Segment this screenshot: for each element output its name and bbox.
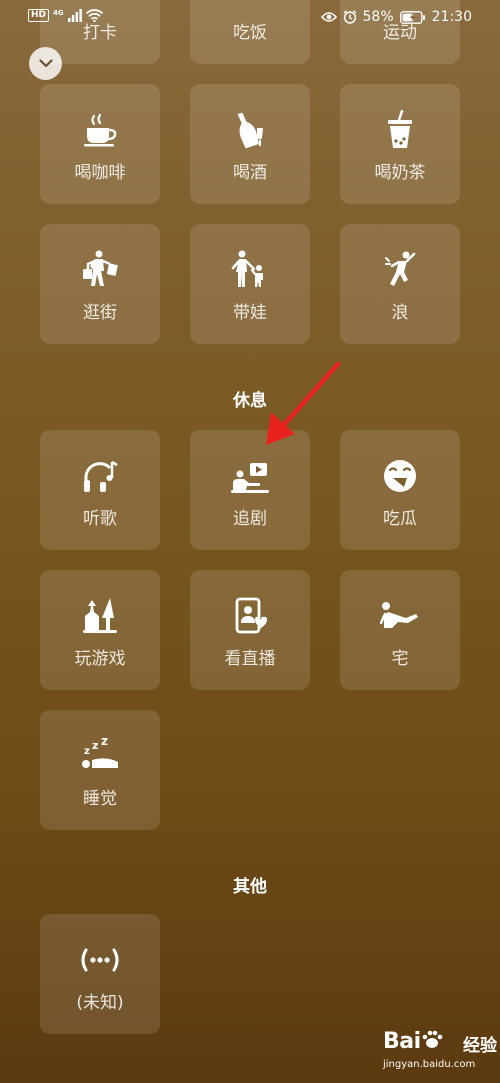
watermark-logo: Bai — [383, 1029, 443, 1054]
tile-daiwa[interactable]: 带娃 — [190, 224, 310, 344]
tile-he-naicha[interactable]: 喝奶茶 — [340, 84, 460, 204]
live-stream-icon — [235, 597, 267, 634]
headphones-icon — [84, 460, 118, 492]
chevron-down-icon — [38, 59, 53, 68]
tile-label: 宅 — [391, 649, 409, 669]
more-dots-icon — [81, 948, 119, 972]
tile-label: 听歌 — [83, 509, 117, 529]
watermark-url: jingyan.baidu.com — [383, 1059, 476, 1070]
tile-wan-youxi[interactable]: 玩游戏 — [40, 570, 160, 690]
network-type-label: 4G — [53, 9, 64, 17]
watch-show-icon — [231, 463, 269, 493]
paw-icon — [422, 1030, 442, 1048]
wifi-icon — [85, 9, 103, 22]
battery-icon — [399, 10, 425, 24]
tile-weizhi[interactable]: (未知) — [40, 914, 160, 1034]
section-title-rest: 休息 — [233, 391, 267, 411]
section-title-other: 其他 — [233, 877, 267, 897]
coffee-cup-icon — [84, 113, 117, 147]
gossip-face-icon — [384, 460, 416, 492]
tile-hejiu[interactable]: 喝酒 — [190, 84, 310, 204]
tile-zhai[interactable]: 宅 — [340, 570, 460, 690]
bubble-tea-icon — [388, 110, 412, 148]
wine-bottle-icon — [237, 112, 263, 149]
tile-label: 追剧 — [233, 509, 267, 529]
tile-label: 吃瓜 — [383, 509, 417, 529]
tile-lang[interactable]: 浪 — [340, 224, 460, 344]
tile-label: 喝酒 — [233, 163, 267, 183]
tile-label: 浪 — [391, 303, 409, 323]
tile-label: 喝奶茶 — [374, 163, 426, 183]
signal-icon — [67, 9, 82, 22]
alarm-icon — [343, 10, 356, 24]
status-bar: HD 4G 58% 21:30 — [0, 0, 500, 36]
tile-label: 喝咖啡 — [74, 163, 126, 183]
tile-label: 带娃 — [233, 303, 267, 323]
eye-comfort-icon — [320, 12, 337, 22]
tile-kan-zhibo[interactable]: 看直播 — [190, 570, 310, 690]
tile-label: 逛街 — [83, 303, 117, 323]
svg-text:z: z — [101, 736, 108, 748]
parent-child-icon — [231, 250, 263, 287]
watermark-text: 经验 — [463, 1036, 497, 1056]
game-pieces-icon — [83, 598, 117, 633]
tile-label: 睡觉 — [83, 789, 117, 809]
tile-chigua[interactable]: 吃瓜 — [340, 430, 460, 550]
tile-guangjie[interactable]: 逛街 — [40, 224, 160, 344]
collapse-button[interactable] — [29, 47, 62, 80]
lounging-icon — [380, 602, 418, 628]
network-hd-badge: HD — [28, 9, 50, 22]
sleeping-icon: z z z — [82, 736, 118, 768]
tile-tingge[interactable]: 听歌 — [40, 430, 160, 550]
tile-label: 玩游戏 — [74, 649, 126, 669]
tile-zhuiju[interactable]: 追剧 — [190, 430, 310, 550]
tile-label: 看直播 — [224, 649, 276, 669]
svg-text:z: z — [92, 739, 98, 752]
baidu-jingyan-watermark: Bai 经验 jingyan.baidu.com — [383, 1027, 498, 1081]
battery-percent: 58% — [362, 9, 394, 25]
dancing-icon — [385, 251, 416, 286]
tile-he-kafei[interactable]: 喝咖啡 — [40, 84, 160, 204]
tile-label: (未知) — [76, 993, 124, 1013]
svg-text:z: z — [84, 746, 90, 757]
clock: 21:30 — [431, 9, 472, 25]
tile-shuijiao[interactable]: z z z 睡觉 — [40, 710, 160, 830]
shopping-icon — [83, 250, 118, 286]
